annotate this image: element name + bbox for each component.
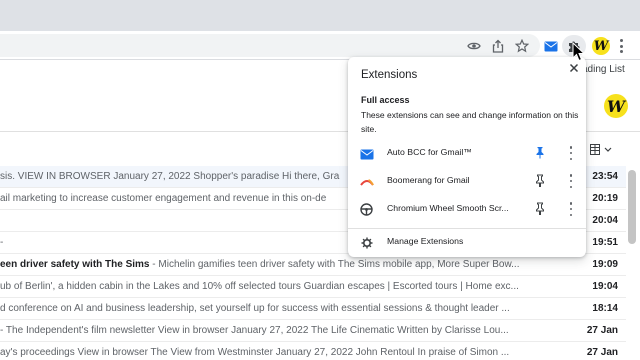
extension-name: Boomerang for Gmail [387, 175, 470, 185]
pin-outline-icon[interactable] [534, 174, 546, 187]
email-snippet: een driver safety with The Sims - Michel… [0, 254, 582, 275]
email-preview-text: - Michelin gamifies teen driver safety w… [149, 259, 520, 270]
envelope-icon [360, 147, 374, 160]
more-options-icon[interactable] [569, 146, 573, 160]
extension-name: Chromium Wheel Smooth Scr... [387, 203, 509, 213]
w-logo-letter: W [593, 38, 609, 54]
email-time: 19:09 [592, 259, 618, 270]
email-time: 23:54 [592, 171, 618, 182]
email-snippet: ub of Berlin', a hidden cabin in the Lak… [0, 276, 582, 297]
email-snippet: ay's proceedings View in browser The Vie… [0, 342, 582, 360]
extension-name: Auto BCC for Gmail™ [387, 147, 472, 157]
browser-toolbar: W [0, 31, 640, 60]
email-time: 27 Jan [586, 325, 618, 336]
email-preview-text: d conference on AI and business leadersh… [0, 303, 510, 314]
pin-filled-icon[interactable] [534, 146, 546, 159]
more-options-icon[interactable] [569, 202, 573, 216]
extension-row-auto-bcc[interactable]: Auto BCC for Gmail™ [348, 139, 586, 167]
email-row[interactable]: een driver safety with The Sims - Michel… [0, 254, 626, 276]
close-icon[interactable] [568, 61, 580, 73]
chrome-menu-icon[interactable] [616, 39, 626, 53]
email-time: 18:14 [592, 303, 618, 314]
boomerang-icon [360, 175, 374, 187]
email-time: 27 Jan [586, 347, 618, 358]
email-preview-text: sis. VIEW IN BROWSER January 27, 2022 Sh… [0, 171, 340, 182]
extension-row-chromium-wheel[interactable]: Chromium Wheel Smooth Scr... [348, 195, 586, 223]
email-time: 20:19 [592, 193, 618, 204]
email-preview-text: ay's proceedings View in browser The Vie… [0, 347, 510, 358]
reading-list-link[interactable]: ading List [582, 64, 625, 75]
full-access-heading: Full access [361, 95, 410, 105]
extensions-popup: Extensions Full access These extensions … [348, 57, 586, 257]
address-bar[interactable] [0, 34, 540, 57]
auto-bcc-icon[interactable] [543, 38, 559, 54]
email-row[interactable]: - The Independent's film newsletter View… [0, 320, 626, 342]
gear-icon [361, 236, 373, 249]
wisestamp-w-icon[interactable]: W [592, 37, 610, 55]
email-snippet: - The Independent's film newsletter View… [0, 320, 582, 341]
email-time: 20:04 [592, 215, 618, 226]
email-row[interactable]: ub of Berlin', a hidden cabin in the Lak… [0, 276, 626, 298]
email-preview-text: ail marketing to increase customer engag… [0, 193, 327, 204]
email-snippet: d conference on AI and business leadersh… [0, 298, 582, 319]
star-icon[interactable] [514, 38, 530, 54]
browser-tab-strip [0, 0, 640, 31]
w-logo-letter: W [607, 96, 625, 116]
email-time: 19:04 [592, 281, 618, 292]
email-time: 19:51 [592, 237, 618, 248]
mouse-cursor-icon [572, 41, 586, 62]
email-list-scrollbar[interactable] [628, 170, 636, 244]
split-view-icon[interactable] [590, 143, 612, 155]
email-preview-text: - [0, 237, 4, 248]
email-preview-text: ub of Berlin', a hidden cabin in the Lak… [0, 281, 519, 292]
manage-extensions-label: Manage Extensions [387, 236, 464, 246]
pin-outline-icon[interactable] [534, 202, 546, 215]
wheel-icon [360, 203, 374, 216]
popup-title: Extensions [361, 69, 418, 81]
extension-row-boomerang[interactable]: Boomerang for Gmail [348, 167, 586, 195]
more-options-icon[interactable] [569, 174, 573, 188]
manage-extensions-button[interactable]: Manage Extensions [348, 229, 586, 255]
email-subject: een driver safety with The Sims [0, 259, 150, 270]
email-preview-text: - The Independent's film newsletter View… [0, 325, 509, 336]
email-row[interactable]: ay's proceedings View in browser The Vie… [0, 342, 626, 360]
email-row[interactable]: d conference on AI and business leadersh… [0, 298, 626, 320]
share-icon[interactable] [490, 38, 506, 54]
gmail-wisestamp-w-icon[interactable]: W [604, 94, 628, 118]
full-access-description: These extensions can see and change info… [361, 110, 579, 134]
eye-icon[interactable] [466, 38, 482, 54]
